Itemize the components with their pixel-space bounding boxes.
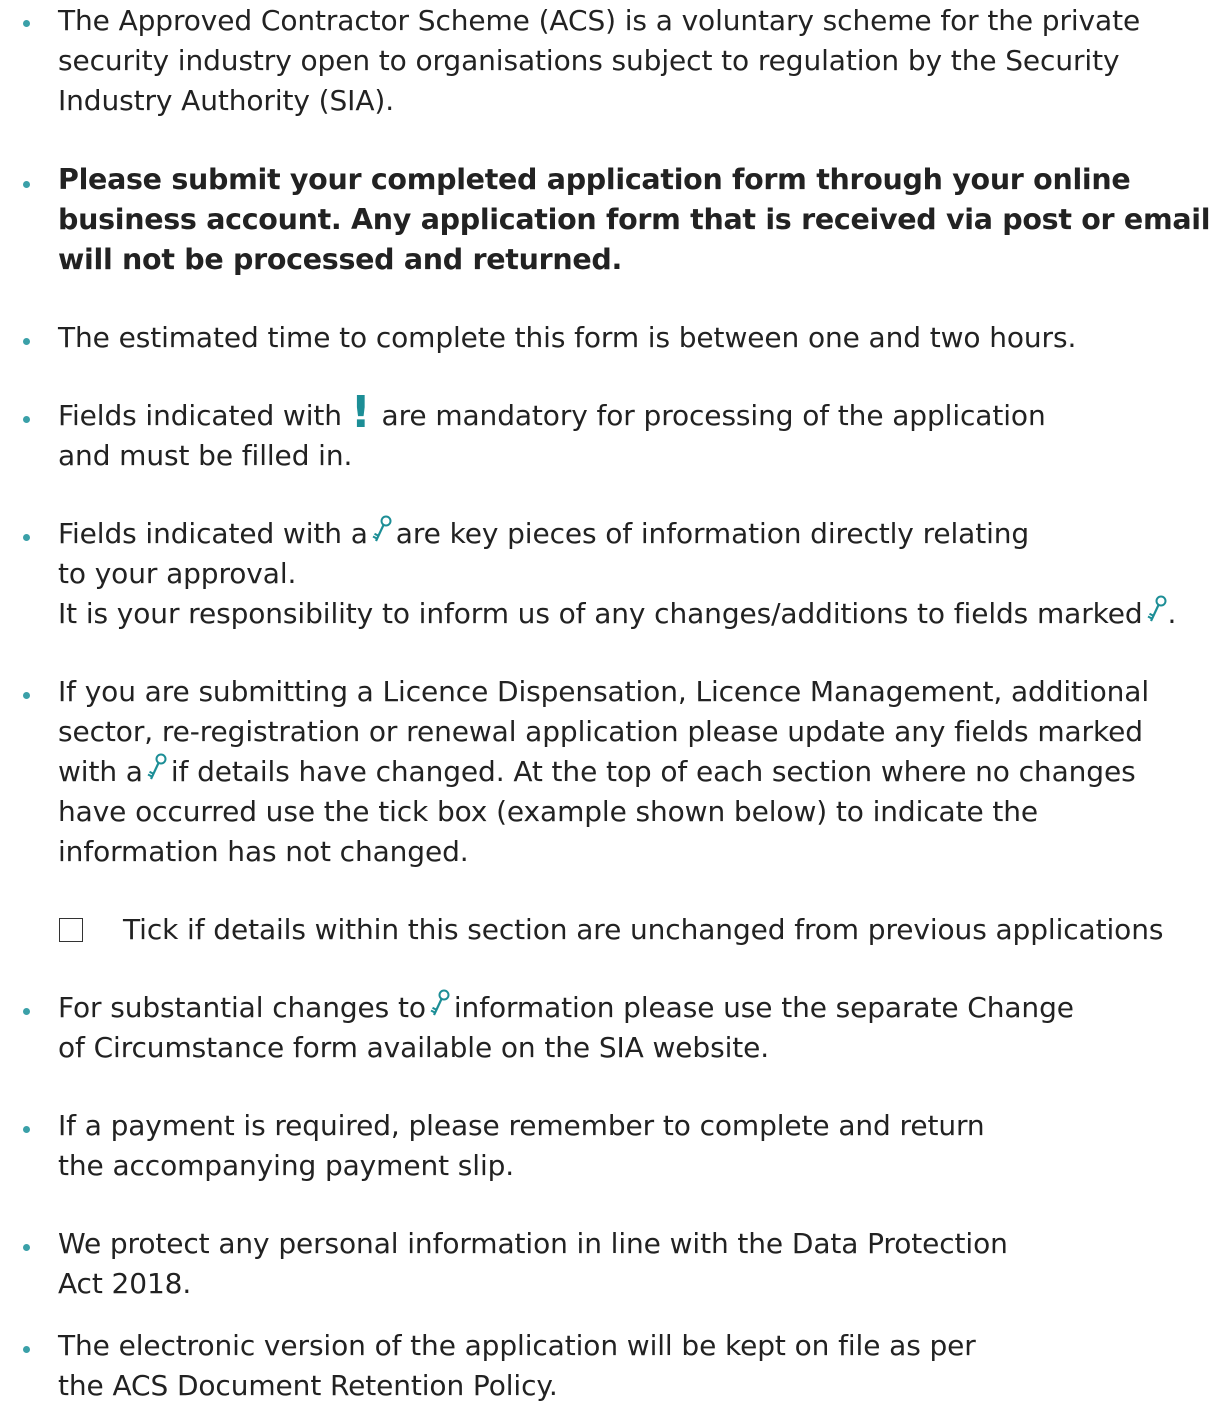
text-line: It is your responsibility to inform us o… [58, 594, 1176, 634]
list-item-text: The electronic version of the applicatio… [58, 1326, 976, 1406]
text-line: the accompanying payment slip. [58, 1149, 515, 1182]
text-line: If you are submitting a Licence Dispensa… [58, 675, 1150, 708]
text-line: We protect any personal information in l… [58, 1227, 1008, 1260]
text-line: Act 2018. [58, 1267, 192, 1300]
text-line: of Circumstance form available on the SI… [58, 1031, 770, 1064]
text-line: sector, re-registration or renewal appli… [58, 715, 1143, 748]
text-line: to your approval. [58, 557, 297, 590]
text-line: Industry Authority (SIA). [58, 84, 395, 117]
text-segment: are mandatory for processing of the appl… [381, 399, 1046, 432]
text-line: and must be filled in. [58, 439, 353, 472]
key-icon [1146, 594, 1168, 626]
text-line: For substantial changes to information pl… [58, 988, 1074, 1028]
text-line: Please submit your completed application… [58, 163, 1131, 196]
key-icon [371, 514, 393, 546]
important-notice: Please submit your completed application… [58, 160, 1211, 280]
text-segment: information please use the separate Chan… [453, 991, 1074, 1024]
text-line: security industry open to organisations … [58, 44, 1120, 77]
bullet-icon [23, 692, 30, 699]
list-item-text: Fields indicated with a are key pieces of… [58, 514, 1176, 634]
key-icon [429, 988, 451, 1020]
list-item-text: The estimated time to complete this form… [58, 318, 1076, 358]
text-segment: . [1167, 597, 1177, 630]
text-segment: It is your responsibility to inform us o… [58, 597, 1143, 630]
bullet-icon [23, 20, 30, 27]
list-item-text: If a payment is required, please remembe… [58, 1106, 985, 1186]
list-item-text: Fields indicated with ! are mandatory fo… [58, 387, 1046, 476]
bullet-icon [23, 416, 30, 423]
list-item-text: We protect any personal information in l… [58, 1224, 1008, 1304]
bullet-icon [23, 534, 30, 541]
text-line: If a payment is required, please remembe… [58, 1109, 985, 1142]
bullet-icon [23, 1126, 30, 1133]
bullet-icon [23, 1244, 30, 1251]
bullet-icon [23, 1346, 30, 1353]
text-segment: with a [58, 755, 143, 788]
list-item-text: If you are submitting a Licence Dispensa… [58, 672, 1149, 872]
text-line: with a if details have changed. At the to… [58, 752, 1149, 792]
text-segment: are key pieces of information directly r… [395, 517, 1030, 550]
key-icon [146, 752, 168, 784]
bullet-icon [23, 338, 30, 345]
text-segment: Fields indicated with a [58, 517, 368, 550]
text-segment: Fields indicated with [58, 399, 342, 432]
checkbox-label: Tick if details within this section are … [123, 913, 1164, 946]
text-line: The electronic version of the applicatio… [58, 1329, 976, 1362]
text-line: have occurred use the tick box (example … [58, 795, 1039, 828]
text-segment: For substantial changes to [58, 991, 426, 1024]
bullet-icon [23, 181, 30, 188]
text-line: will not be processed and returned. [58, 243, 623, 276]
text-segment: if details have changed. At the top of e… [170, 755, 1136, 788]
text-line: The Approved Contractor Scheme (ACS) is … [58, 4, 1141, 37]
unchanged-checkbox[interactable] [59, 918, 83, 942]
text-line: information has not changed. [58, 835, 469, 868]
list-item-text: The Approved Contractor Scheme (ACS) is … [58, 1, 1140, 121]
text-line: The estimated time to complete this form… [58, 321, 1077, 354]
list-item-text: For substantial changes to information pl… [58, 988, 1074, 1068]
exclamation-icon: ! [350, 387, 371, 438]
text-line: Fields indicated with a are key pieces of… [58, 514, 1176, 554]
text-line: business account. Any application form t… [58, 203, 1211, 236]
bullet-icon [23, 1008, 30, 1015]
text-line: Fields indicated with ! are mandatory fo… [58, 387, 1046, 438]
text-line: the ACS Document Retention Policy. [58, 1369, 558, 1402]
